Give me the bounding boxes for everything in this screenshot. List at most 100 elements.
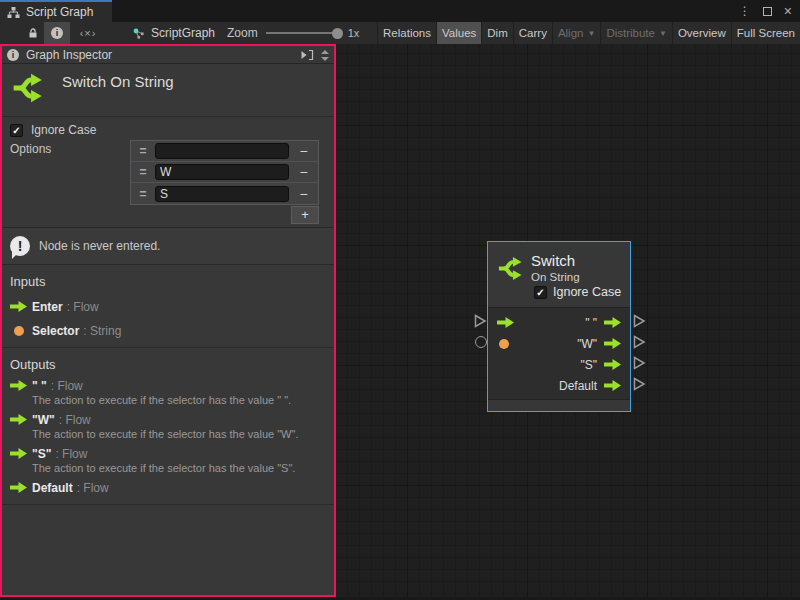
tab-bar: Script Graph ⋮ × <box>0 0 800 22</box>
option-row: = − <box>131 141 318 162</box>
flow-port-icon <box>604 338 621 349</box>
out-port-w[interactable]: "W" <box>577 337 621 351</box>
spin-down-icon[interactable] <box>321 57 329 61</box>
remove-option-button[interactable]: − <box>289 143 318 159</box>
port-row-w: "W" : Flow <box>10 413 326 426</box>
inputs-section: Inputs Enter : Flow Selector : String <box>2 265 334 348</box>
inspector-header: i Graph Inspector <box>2 46 334 64</box>
values-button[interactable]: Values <box>436 22 481 44</box>
options-list: = − = − = − <box>130 140 319 205</box>
external-output-port[interactable] <box>633 356 646 370</box>
out-port-default[interactable]: Default <box>559 379 621 393</box>
option-value-input[interactable] <box>155 164 289 180</box>
node-title-block: Switch On String <box>2 64 334 117</box>
drag-handle-icon[interactable]: = <box>131 144 155 158</box>
out-port-s[interactable]: "S" <box>580 358 621 372</box>
flow-port-icon <box>10 482 27 493</box>
flow-port-icon <box>604 380 621 391</box>
port-row-s: "S" : Flow <box>10 447 326 460</box>
warning-icon: ! <box>10 236 30 256</box>
dock-panel-icon[interactable] <box>300 49 314 61</box>
warning-box: ! Node is never entered. <box>2 227 334 265</box>
external-value-port[interactable] <box>475 336 487 348</box>
caret-down-icon: ▼ <box>659 29 667 38</box>
flow-port-icon <box>10 380 27 391</box>
code-preview-button[interactable]: ‹×› <box>70 22 106 44</box>
external-output-port[interactable] <box>633 377 646 391</box>
remove-option-button[interactable]: − <box>289 164 318 180</box>
remove-option-button[interactable]: − <box>289 186 318 202</box>
lock-button[interactable] <box>22 22 44 44</box>
dim-button[interactable]: Dim <box>481 22 512 44</box>
graph-inspector-panel: i Graph Inspector Switch On String ✓ Ign… <box>0 44 336 597</box>
zoom-control: Zoom 1x <box>227 22 359 44</box>
graph-canvas[interactable]: Switch On String ✓ Ignore Case " " "W" <box>336 44 800 597</box>
port-row-selector: Selector : String <box>10 324 326 337</box>
warning-text: Node is never entered. <box>39 239 160 253</box>
relations-button[interactable]: Relations <box>377 22 436 44</box>
carry-button[interactable]: Carry <box>513 22 552 44</box>
drag-handle-icon[interactable]: = <box>131 165 155 179</box>
option-value-input[interactable] <box>155 186 289 202</box>
node-footer <box>488 399 630 411</box>
node-title: Switch <box>531 252 575 269</box>
lock-icon <box>27 27 39 39</box>
inspector-toggle-button[interactable]: i <box>44 22 70 44</box>
info-icon: i <box>51 27 63 39</box>
flow-port-icon <box>10 301 27 312</box>
external-input-port[interactable] <box>474 314 487 328</box>
inspector-title: Graph Inspector <box>26 48 112 62</box>
flow-port-icon <box>604 317 621 328</box>
graph-name: ScriptGraph <box>151 26 215 40</box>
outputs-section: Outputs " " : Flow The action to execute… <box>2 348 334 505</box>
node-settings: ✓ Ignore Case Options = − = − <box>2 117 334 227</box>
ignore-case-checkbox[interactable]: ✓ <box>534 286 547 299</box>
port-row-default: Default : Flow <box>10 481 326 494</box>
caret-down-icon: ▼ <box>587 29 595 38</box>
switch-on-string-node[interactable]: Switch On String ✓ Ignore Case " " "W" <box>487 241 631 412</box>
close-icon[interactable]: × <box>784 6 792 16</box>
flow-port-icon <box>604 359 621 370</box>
graph-reference[interactable]: ScriptGraph <box>132 22 215 44</box>
panel-spinner[interactable] <box>319 46 331 64</box>
drag-handle-icon[interactable]: = <box>131 187 155 201</box>
maximize-icon[interactable] <box>763 7 772 16</box>
zoom-slider-track[interactable] <box>266 32 336 34</box>
option-value-input[interactable] <box>155 143 289 159</box>
enter-port[interactable] <box>497 317 514 328</box>
zoom-slider-knob[interactable] <box>332 28 343 39</box>
port-row-enter: Enter : Flow <box>10 300 326 313</box>
option-row: = − <box>131 183 318 204</box>
options-setting: Options = − = − = <box>10 140 334 224</box>
flow-port-icon <box>10 414 27 425</box>
port-row-space: " " : Flow <box>10 379 326 392</box>
graph-icon <box>7 6 20 19</box>
value-port-icon <box>14 326 24 336</box>
node-ignore-case[interactable]: ✓ Ignore Case <box>534 285 621 299</box>
inputs-title: Inputs <box>10 274 326 289</box>
ignore-case-checkbox[interactable]: ✓ <box>10 124 23 137</box>
node-body: " " "W" "S" Default <box>488 309 630 398</box>
align-button[interactable]: Align▼ <box>552 22 601 44</box>
switch-icon <box>12 70 49 106</box>
script-graph-icon <box>132 27 145 40</box>
fullscreen-button[interactable]: Full Screen <box>731 22 800 44</box>
distribute-button[interactable]: Distribute▼ <box>600 22 672 44</box>
external-output-port[interactable] <box>633 314 646 328</box>
zoom-label: Zoom <box>227 26 258 40</box>
selector-port[interactable] <box>499 339 509 349</box>
external-output-port[interactable] <box>633 335 646 349</box>
add-option-button[interactable]: + <box>291 206 319 224</box>
out-port-space[interactable]: " " <box>585 316 621 330</box>
tab-script-graph[interactable]: Script Graph <box>0 0 112 22</box>
window-menu-icon[interactable]: ⋮ <box>739 4 751 18</box>
zoom-value: 1x <box>348 27 360 39</box>
switch-icon <box>498 254 527 283</box>
ignore-case-setting[interactable]: ✓ Ignore Case <box>10 122 334 138</box>
spin-up-icon[interactable] <box>321 50 329 54</box>
node-header: Switch On String ✓ Ignore Case <box>488 242 630 308</box>
option-row: = − <box>131 162 318 183</box>
graph-toolbar: i ‹×› ScriptGraph Zoom 1x Relations Valu… <box>0 22 800 44</box>
outputs-title: Outputs <box>10 357 326 372</box>
overview-button[interactable]: Overview <box>672 22 731 44</box>
